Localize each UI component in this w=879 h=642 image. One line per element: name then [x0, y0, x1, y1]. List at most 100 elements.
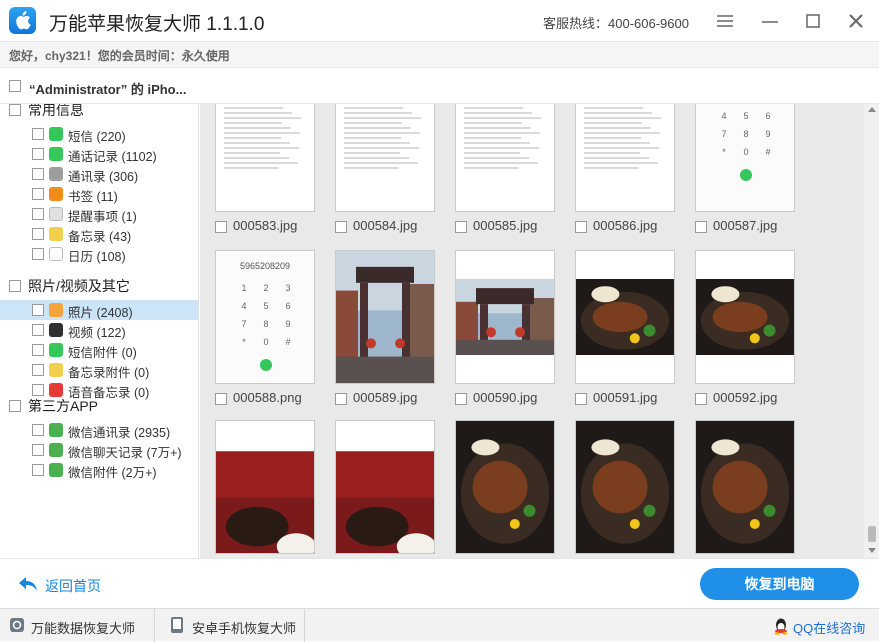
close-icon[interactable] [845, 10, 867, 32]
group-label: 照片/视频及其它 [28, 278, 130, 294]
group-label: 第三方APP [28, 398, 99, 414]
sidebar-item[interactable]: 书签 (11) [0, 184, 198, 204]
item-checkbox[interactable] [32, 324, 44, 336]
svg-text:5: 5 [263, 301, 268, 311]
item-checkbox[interactable] [32, 128, 44, 140]
photo-checkbox[interactable] [455, 221, 467, 233]
messages-icon [49, 127, 63, 141]
svg-text:9: 9 [285, 319, 290, 329]
photo-thumbnail[interactable] [335, 104, 435, 212]
tab-android-recovery-label: 安卓手机恢复大师 [192, 621, 297, 636]
photo-checkbox[interactable] [695, 221, 707, 233]
sidebar-item[interactable]: 视频 (122) [0, 320, 198, 340]
item-checkbox[interactable] [32, 384, 44, 396]
wechat-icon [49, 443, 63, 457]
photo-thumbnail[interactable] [695, 250, 795, 384]
photo-checkbox[interactable] [695, 393, 707, 405]
sidebar-item[interactable]: 短信附件 (0) [0, 340, 198, 360]
photo-thumbnail[interactable] [575, 104, 675, 212]
attachment-icon [49, 343, 63, 357]
back-arrow-icon [19, 577, 37, 591]
photo-checkbox[interactable] [575, 221, 587, 233]
sidebar-item[interactable]: 微信附件 (2万+) [0, 460, 198, 480]
recover-to-pc-button[interactable]: 恢复到电脑 [700, 568, 859, 600]
item-checkbox[interactable] [32, 188, 44, 200]
group-checkbox[interactable] [9, 104, 21, 116]
photo-thumbnail[interactable] [455, 250, 555, 384]
photo-checkbox[interactable] [455, 393, 467, 405]
sidebar-item[interactable]: 微信聊天记录 (7万+) [0, 440, 198, 460]
sidebar-item[interactable]: 通话记录 (1102) [0, 144, 198, 164]
photo-checkbox[interactable] [215, 221, 227, 233]
device-row: “Administrator” 的 iPho... [0, 69, 879, 104]
sidebar-item-label: 通讯录 (306) [68, 170, 139, 184]
sidebar-item[interactable]: 短信 (220) [0, 124, 198, 144]
sidebar-item[interactable]: 微信通讯录 (2935) [0, 420, 198, 440]
svg-text:8: 8 [743, 129, 748, 139]
photo-thumbnail[interactable] [575, 420, 675, 554]
sidebar-item[interactable]: 照片 (2408) [0, 300, 198, 320]
scroll-down-icon[interactable] [868, 548, 876, 554]
voice-memo-icon [49, 383, 63, 397]
qq-consult-label: QQ在线咨询 [793, 621, 866, 636]
item-checkbox[interactable] [32, 464, 44, 476]
photo-thumbnail[interactable]: 1 2 3 4 5 6 7 8 9 * 0 #5965208209 [215, 250, 315, 384]
sidebar-item-label: 微信附件 (2万+) [68, 466, 157, 480]
photo-thumbnail[interactable]: 123456789*0# [695, 104, 795, 212]
device-checkbox[interactable] [9, 80, 21, 92]
sidebar-item[interactable]: 提醒事项 (1) [0, 204, 198, 224]
item-checkbox[interactable] [32, 248, 44, 260]
svg-text:7: 7 [241, 319, 246, 329]
photo-filename: 000587.jpg [713, 218, 778, 233]
group-checkbox[interactable] [9, 400, 21, 412]
item-checkbox[interactable] [32, 228, 44, 240]
tab-android-recovery[interactable]: 安卓手机恢复大师 [155, 609, 305, 642]
maximize-icon[interactable] [802, 10, 824, 32]
tab-data-recovery[interactable]: 万能数据恢复大师 [0, 609, 155, 642]
item-checkbox[interactable] [32, 364, 44, 376]
scroll-up-icon[interactable] [868, 106, 876, 112]
sidebar-item[interactable]: 通讯录 (306) [0, 164, 198, 184]
android-phone-icon [171, 617, 183, 633]
photo-filename: 000591.jpg [593, 390, 658, 405]
photo-thumbnail[interactable] [215, 420, 315, 554]
menu-icon[interactable] [714, 10, 736, 32]
sidebar-item[interactable]: 备忘录附件 (0) [0, 360, 198, 380]
minimize-icon[interactable] [759, 10, 781, 32]
photo-filename: 000590.jpg [473, 390, 538, 405]
photo-thumbnail[interactable] [335, 250, 435, 384]
photo-thumbnail[interactable] [455, 104, 555, 212]
title-bar: 万能苹果恢复大师 1.1.1.0 客服热线：400-606-9600 [0, 0, 879, 41]
bottom-bar: 万能数据恢复大师 安卓手机恢复大师 QQ在线咨询 [0, 608, 879, 642]
item-checkbox[interactable] [32, 344, 44, 356]
group-checkbox[interactable] [9, 280, 21, 292]
sidebar-item-label: 短信 (220) [68, 130, 126, 144]
photo-thumbnail[interactable] [695, 420, 795, 554]
photo-filename: 000588.png [233, 390, 302, 405]
hotline-text: 客服热线：400-606-9600 [543, 16, 689, 31]
svg-text:4: 4 [241, 301, 246, 311]
photo-checkbox[interactable] [335, 393, 347, 405]
photo-checkbox[interactable] [215, 393, 227, 405]
photo-thumbnail[interactable] [455, 420, 555, 554]
sidebar-item-label: 照片 (2408) [68, 306, 133, 320]
photo-checkbox[interactable] [575, 393, 587, 405]
reminders-icon [49, 207, 63, 221]
scroll-thumb[interactable] [868, 526, 876, 542]
photo-checkbox[interactable] [335, 221, 347, 233]
item-checkbox[interactable] [32, 444, 44, 456]
phone-icon [49, 147, 63, 161]
item-checkbox[interactable] [32, 208, 44, 220]
item-checkbox[interactable] [32, 148, 44, 160]
photo-filename: 000583.jpg [233, 218, 298, 233]
item-checkbox[interactable] [32, 304, 44, 316]
sidebar-item[interactable]: 备忘录 (43) [0, 224, 198, 244]
sidebar-item[interactable]: 日历 (108) [0, 244, 198, 264]
item-checkbox[interactable] [32, 424, 44, 436]
photo-thumbnail[interactable] [335, 420, 435, 554]
grid-scrollbar[interactable] [864, 104, 879, 558]
photo-thumbnail[interactable] [575, 250, 675, 384]
photo-thumbnail[interactable] [215, 104, 315, 212]
item-checkbox[interactable] [32, 168, 44, 180]
category-sidebar: 常用信息 短信 (220) 通话记录 (1102) 通讯录 (306) 书签 (11) 提… [0, 104, 199, 558]
